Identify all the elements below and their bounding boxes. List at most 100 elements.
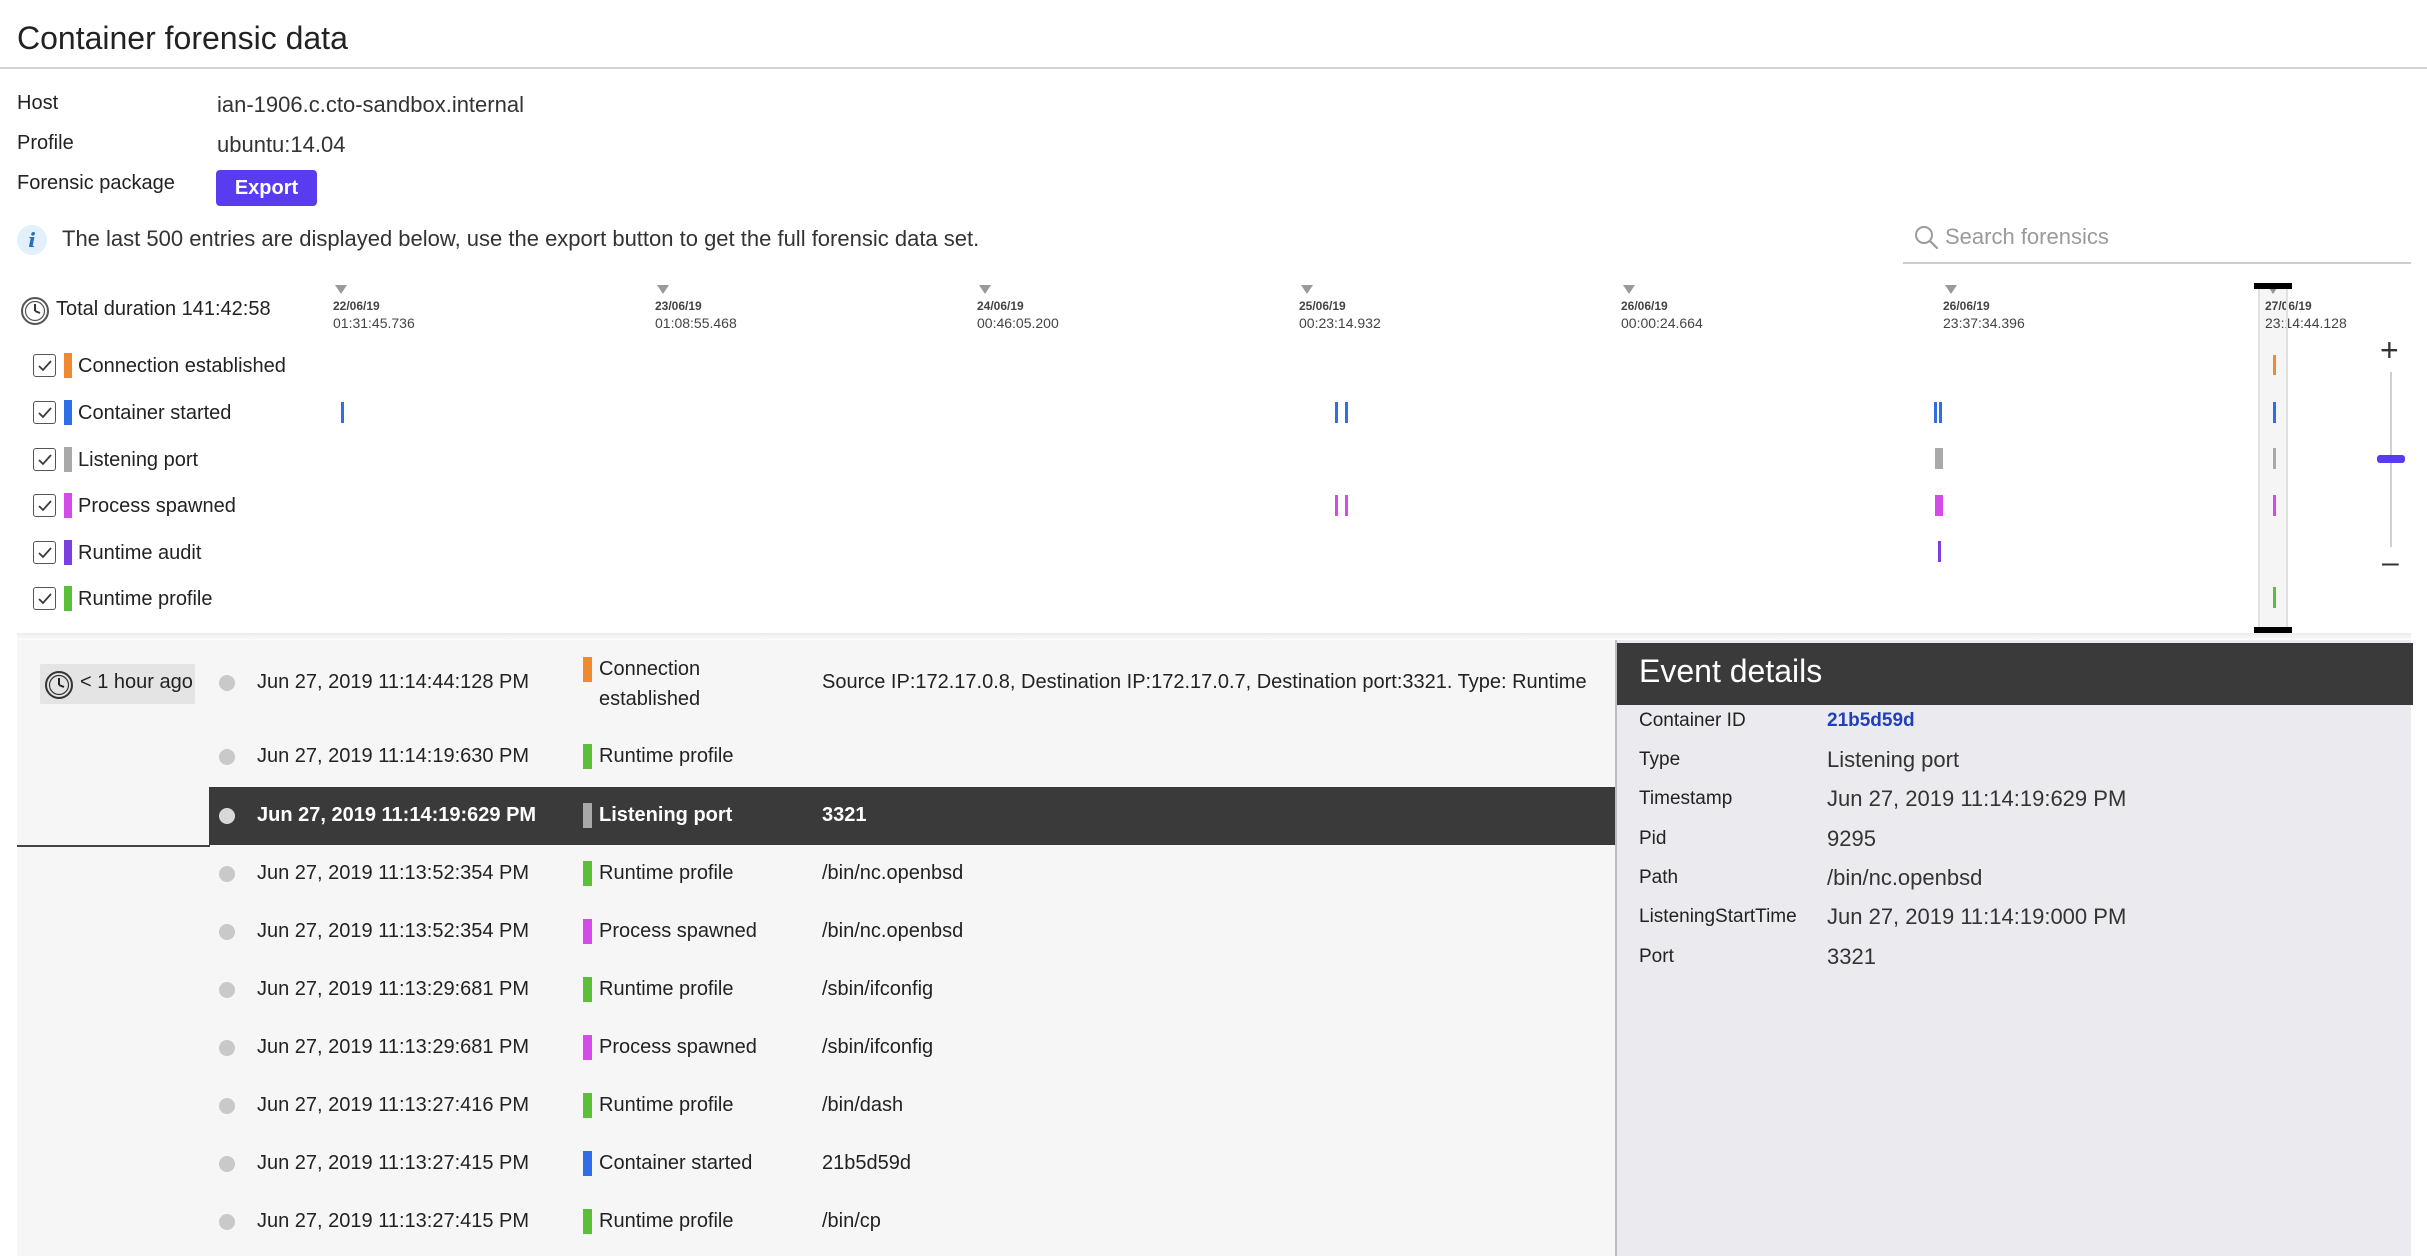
- event-type-swatch: [583, 1093, 592, 1118]
- detail-label: Type: [1639, 749, 1681, 770]
- axis-tick: 26/06/19 23:37:34.396: [1943, 285, 2025, 332]
- timeline-mark[interactable]: [1345, 495, 1348, 516]
- event-type-swatch: [583, 657, 592, 682]
- legend-swatch: [64, 493, 72, 518]
- event-timestamp: Jun 27, 2019 11:14:19:630 PM: [257, 745, 530, 767]
- timeline-mark[interactable]: [2273, 355, 2276, 375]
- event-row[interactable]: Jun 27, 2019 11:13:29:681 PM Process spa…: [209, 1019, 1615, 1077]
- host-label: Host: [17, 92, 59, 114]
- event-timestamp: Jun 27, 2019 11:13:52:354 PM: [257, 920, 530, 942]
- timeline-mark[interactable]: [1939, 402, 1942, 423]
- event-row[interactable]: Jun 27, 2019 11:13:29:681 PM Runtime pro…: [209, 961, 1615, 1019]
- event-type-swatch: [583, 803, 592, 828]
- legend-swatch: [64, 447, 72, 472]
- legend-checkbox[interactable]: [33, 494, 56, 517]
- legend-checkbox[interactable]: [33, 401, 56, 424]
- checkmark-icon: [38, 407, 52, 419]
- event-detail: 21b5d59d: [822, 1152, 911, 1174]
- timeline-mark[interactable]: [1934, 402, 1937, 423]
- event-row[interactable]: Jun 27, 2019 11:13:27:415 PM Runtime pro…: [209, 1193, 1615, 1251]
- event-row[interactable]: Jun 27, 2019 11:13:52:354 PM Process spa…: [209, 903, 1615, 961]
- timeline-mark[interactable]: [341, 402, 344, 423]
- legend-label: Listening port: [78, 449, 199, 471]
- host-value: ian-1906.c.cto-sandbox.internal: [217, 92, 524, 117]
- checkmark-icon: [38, 593, 52, 605]
- timeline-mark[interactable]: [2273, 402, 2276, 423]
- zoom-in-button[interactable]: +: [2380, 332, 2399, 369]
- event-detail: /bin/cp: [822, 1210, 881, 1232]
- axis-tick-time: 01:31:45.736: [333, 315, 415, 331]
- detail-label: Port: [1639, 946, 1674, 967]
- timeline-mark[interactable]: [1335, 402, 1338, 423]
- legend-label: Runtime profile: [78, 588, 213, 610]
- timeline-mark[interactable]: [2273, 495, 2276, 516]
- clock-icon: [45, 671, 73, 699]
- event-type: Runtime profile: [599, 978, 734, 1000]
- axis-tick-date: 26/06/19: [1943, 299, 1990, 313]
- axis-tick: 26/06/19 00:00:24.664: [1621, 285, 1703, 332]
- timeline-mark[interactable]: [1335, 495, 1338, 516]
- axis-tick-date: 23/06/19: [655, 299, 702, 313]
- cursor-top-handle[interactable]: [2254, 283, 2292, 289]
- detail-label: Timestamp: [1639, 788, 1733, 809]
- event-row[interactable]: Jun 27, 2019 11:13:52:354 PM Runtime pro…: [209, 845, 1615, 903]
- event-dot: [219, 982, 235, 998]
- detail-value: /bin/nc.openbsd: [1827, 865, 1983, 890]
- event-row-selected[interactable]: Jun 27, 2019 11:14:19:629 PM Listening p…: [209, 787, 1615, 845]
- timeline-mark[interactable]: [1935, 495, 1943, 516]
- event-type-swatch: [583, 919, 592, 944]
- axis-tick: 22/06/19 01:31:45.736: [333, 285, 415, 332]
- event-dot: [219, 808, 235, 824]
- checkmark-icon: [38, 500, 52, 512]
- export-button[interactable]: Export: [216, 170, 317, 206]
- detail-value: Jun 27, 2019 11:14:19:629 PM: [1827, 786, 2127, 811]
- legend-label: Process spawned: [78, 495, 236, 517]
- header-bar: Container forensic data: [0, 0, 2427, 69]
- event-timestamp: Jun 27, 2019 11:13:27:415 PM: [257, 1152, 530, 1174]
- timeline-mark[interactable]: [2273, 448, 2276, 469]
- event-type-swatch: [583, 977, 592, 1002]
- zoom-slider-handle[interactable]: [2377, 455, 2405, 463]
- zoom-out-button[interactable]: –: [2382, 546, 2399, 580]
- checkmark-icon: [38, 454, 52, 466]
- axis-tick-time: 01:08:55.468: [655, 315, 737, 331]
- info-icon: i: [17, 225, 47, 255]
- event-dot: [219, 1156, 235, 1172]
- detail-label: ListeningStartTime: [1639, 906, 1797, 927]
- legend-checkbox[interactable]: [33, 541, 56, 564]
- details-title: Event details: [1639, 653, 1823, 689]
- timeline-mark[interactable]: [1935, 448, 1943, 469]
- legend-swatch: [64, 400, 72, 425]
- container-id-link[interactable]: 21b5d59d: [1827, 710, 1915, 732]
- detail-value: Listening port: [1827, 747, 1960, 772]
- timeline-mark[interactable]: [2273, 587, 2276, 608]
- event-type: Container started: [599, 1152, 753, 1174]
- timeline-mark[interactable]: [1938, 541, 1941, 562]
- event-timestamp: Jun 27, 2019 11:14:19:629 PM: [257, 804, 537, 826]
- event-type: Process spawned: [599, 1036, 757, 1058]
- profile-label: Profile: [17, 132, 74, 154]
- event-row[interactable]: Jun 27, 2019 11:14:19:630 PM Runtime pro…: [209, 728, 1615, 786]
- legend-checkbox[interactable]: [33, 448, 56, 471]
- event-type-swatch: [583, 1035, 592, 1060]
- page-title: Container forensic data: [17, 20, 348, 56]
- event-timestamp: Jun 27, 2019 11:13:27:415 PM: [257, 1210, 530, 1232]
- event-dot: [219, 924, 235, 940]
- event-row[interactable]: Jun 27, 2019 11:13:27:415 PM Container s…: [209, 1135, 1615, 1193]
- event-dot: [219, 1098, 235, 1114]
- event-row[interactable]: Jun 27, 2019 11:13:27:416 PM Runtime pro…: [209, 1077, 1615, 1135]
- timeline-mark[interactable]: [1345, 402, 1348, 423]
- event-type-swatch: [583, 1209, 592, 1234]
- axis-tick-time: 23:37:34.396: [1943, 315, 2025, 331]
- event-dot: [219, 1214, 235, 1230]
- legend-checkbox[interactable]: [33, 587, 56, 610]
- event-type: Listening port: [599, 804, 733, 826]
- axis-tick-time: 00:46:05.200: [977, 315, 1059, 331]
- event-detail: /bin/nc.openbsd: [822, 862, 964, 884]
- search-input[interactable]: [1945, 220, 2395, 254]
- event-detail: /bin/dash: [822, 1094, 904, 1116]
- event-row[interactable]: Jun 27, 2019 11:14:44:128 PM Connection …: [209, 653, 1615, 717]
- axis-tick: 24/06/19 00:46:05.200: [977, 285, 1059, 332]
- legend-checkbox[interactable]: [33, 354, 56, 377]
- event-type-swatch: [583, 1151, 592, 1176]
